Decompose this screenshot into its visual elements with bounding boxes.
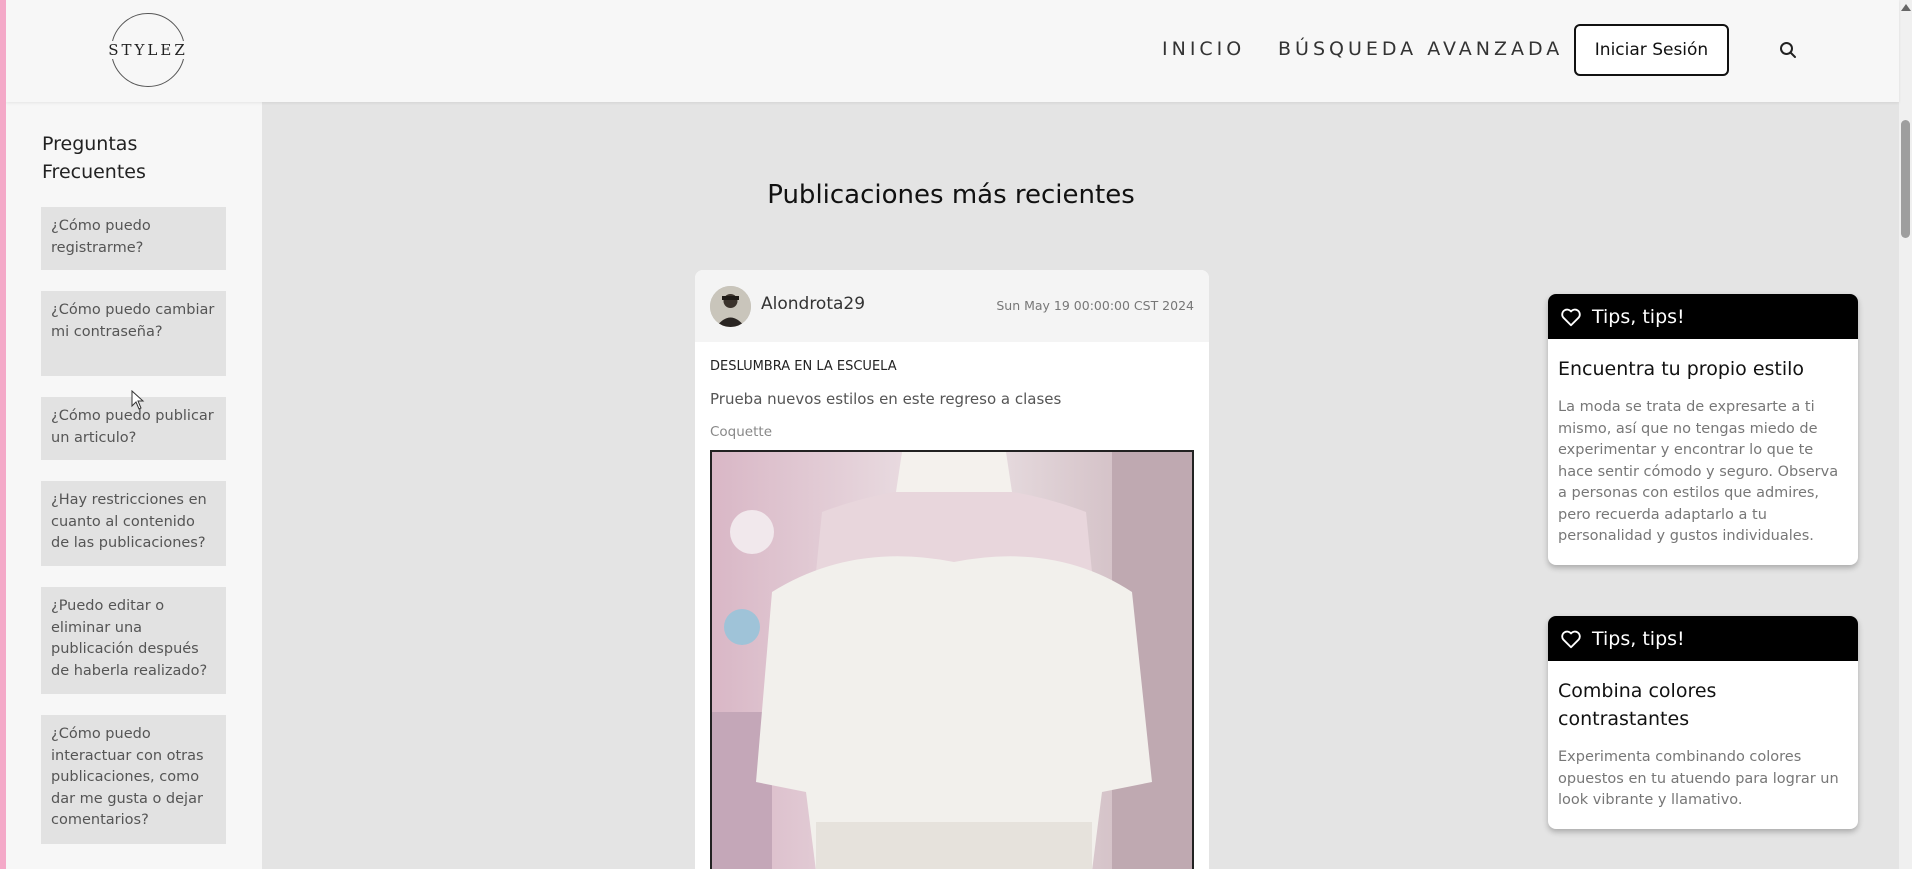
nav-busqueda-avanzada[interactable]: BÚSQUEDA AVANZADA	[1278, 38, 1563, 60]
tip-card: Tips, tips! Encuentra tu propio estilo L…	[1548, 294, 1858, 565]
nav-inicio[interactable]: INICIO	[1162, 38, 1245, 60]
tip-header-label: Tips, tips!	[1592, 627, 1685, 650]
faq-item-interactuar[interactable]: ¿Cómo puedo interactuar con otras public…	[41, 715, 226, 844]
login-button[interactable]: Iniciar Sesión	[1574, 24, 1729, 76]
faq-item-restricciones[interactable]: ¿Hay restricciones en cuanto al contenid…	[41, 481, 226, 566]
tip-text: Experimenta combinando colores opuestos …	[1558, 749, 1839, 808]
logo-text: STYLEZ	[106, 41, 190, 59]
avatar[interactable]	[710, 286, 751, 327]
tip-title: Encuentra tu propio estilo	[1558, 358, 1805, 380]
tip-title: Combina colores contrastantes	[1558, 680, 1717, 730]
vertical-scrollbar[interactable]	[1899, 0, 1912, 869]
tip-header: Tips, tips!	[1548, 616, 1858, 661]
scroll-up-icon[interactable]	[1901, 4, 1911, 11]
accent-strip	[0, 0, 6, 869]
post-username[interactable]: Alondrota29	[761, 294, 865, 314]
faq-title: Preguntas Frecuentes	[42, 133, 146, 183]
faq-item-contrasena[interactable]: ¿Cómo puedo cambiar mi contraseña?	[41, 291, 226, 376]
tip-header: Tips, tips!	[1548, 294, 1858, 339]
post-tag[interactable]: Coquette	[710, 424, 772, 440]
heart-icon	[1561, 630, 1581, 648]
search-icon[interactable]	[1779, 41, 1797, 59]
heart-icon	[1561, 308, 1581, 326]
faq-sidebar: Preguntas Frecuentes ¿Cómo puedo registr…	[6, 102, 262, 869]
tip-card: Tips, tips! Combina colores contrastante…	[1548, 616, 1858, 829]
stylez-logo[interactable]: STYLEZ	[106, 13, 190, 87]
post-date: Sun May 19 00:00:00 CST 2024	[996, 298, 1194, 313]
faq-item-registrarme[interactable]: ¿Cómo puedo registrarme?	[41, 207, 226, 270]
post-title: DESLUMBRA EN LA ESCUELA	[710, 359, 897, 374]
post-description: Prueba nuevos estilos en este regreso a …	[710, 390, 1062, 408]
scroll-thumb[interactable]	[1901, 120, 1910, 238]
page-title: Publicaciones más recientes	[767, 180, 1135, 210]
top-header: STYLEZ INICIO BÚSQUEDA AVANZADA Iniciar …	[6, 0, 1899, 102]
tip-header-label: Tips, tips!	[1592, 305, 1685, 328]
post-image	[710, 450, 1194, 869]
faq-item-editar[interactable]: ¿Puedo editar o eliminar una publicación…	[41, 587, 226, 694]
post-card[interactable]: Alondrota29 Sun May 19 00:00:00 CST 2024…	[695, 270, 1209, 869]
mouse-cursor-icon	[131, 390, 145, 410]
post-header: Alondrota29 Sun May 19 00:00:00 CST 2024	[695, 270, 1209, 342]
tip-text: La moda se trata de expresarte a ti mism…	[1558, 399, 1839, 544]
